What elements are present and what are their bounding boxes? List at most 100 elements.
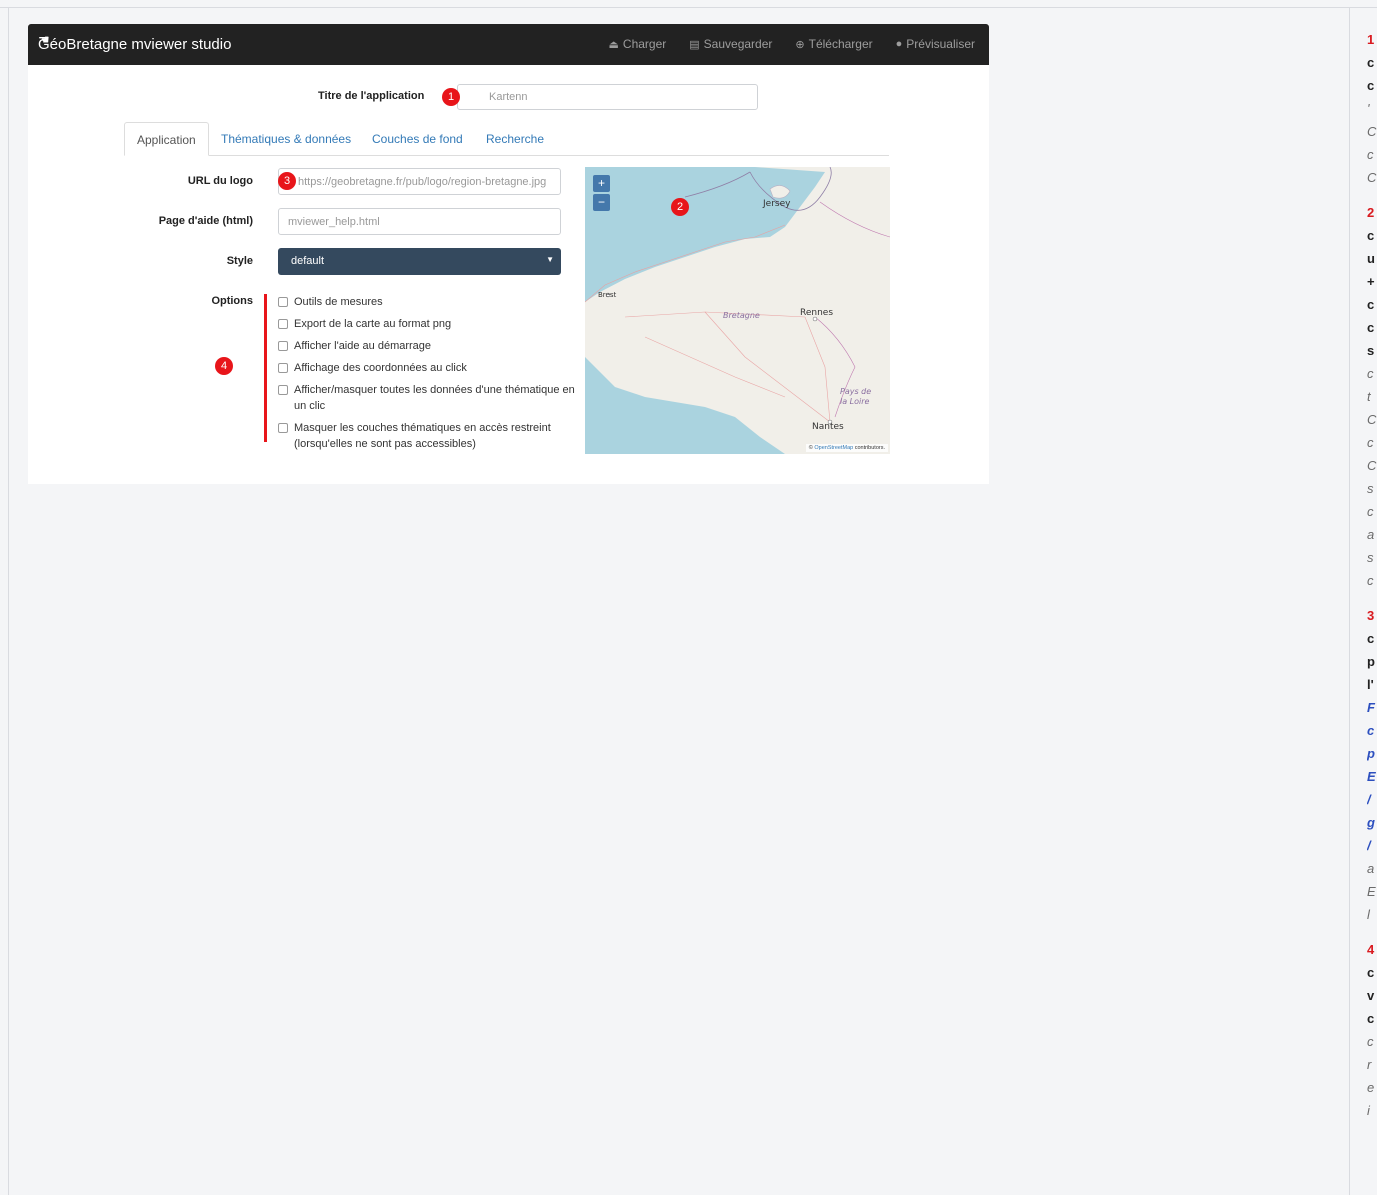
style-label: Style [226, 255, 253, 267]
place-pays-de-la-loire: Pays de la Loire [840, 387, 872, 406]
logo-label: URL du logo [187, 175, 253, 187]
doc-line: c [1367, 228, 1375, 243]
place-rennes: Rennes [800, 308, 834, 318]
nav-preview-label: Prévisualiser [906, 37, 975, 51]
zoom-out-button[interactable]: − [593, 194, 610, 211]
doc-line: c [1367, 366, 1374, 381]
doc-line: c [1367, 147, 1374, 162]
doc-line: r [1367, 1057, 1372, 1072]
page-left-border [8, 8, 9, 1195]
option-item[interactable]: Export de la carte au format png [278, 316, 578, 332]
doc-line: s [1367, 481, 1374, 496]
doc-line: a [1367, 861, 1375, 876]
marker-4: 4 [215, 357, 233, 375]
options-label: Options [211, 295, 253, 307]
tab-bar: Application Thématiques & données Couche… [124, 122, 889, 156]
checkbox[interactable] [278, 319, 288, 329]
option-label: Export de la carte au format png [294, 318, 452, 330]
upload-icon: ⏏ [608, 38, 619, 51]
doc-link-line[interactable]: g [1367, 811, 1377, 834]
doc-line: p [1367, 654, 1375, 669]
doc-line: v [1367, 988, 1375, 1003]
doc-link-line[interactable]: / [1367, 834, 1377, 857]
doc-link-line[interactable]: p [1367, 742, 1377, 765]
doc-link-line[interactable]: / [1367, 788, 1377, 811]
nav-download-button[interactable]: ⊕ Télécharger [795, 37, 872, 51]
doc-line: ' [1367, 101, 1370, 116]
doc-line: c [1367, 573, 1374, 588]
doc-line: c [1367, 78, 1375, 93]
doc-line: s [1367, 343, 1375, 358]
checkbox[interactable] [278, 297, 288, 307]
doc-line: c [1367, 320, 1375, 335]
options-list: Outils de mesures Export de la carte au … [278, 294, 578, 458]
checkbox[interactable] [278, 363, 288, 373]
nav-menu: ⏏ Charger ▤ Sauvegarder ⊕ Télécharger ● Prév… [609, 37, 976, 51]
navbar: ☚ GéoBretagne mviewer studio ⏏ Charger ▤ S… [28, 24, 989, 65]
zoom-in-button[interactable]: + [593, 175, 610, 192]
tab-thematiques[interactable]: Thématiques & données [221, 122, 351, 156]
doc-line: 3 [1367, 608, 1375, 623]
attribution-suffix: contributors. [854, 445, 885, 451]
style-value: default [291, 255, 325, 267]
place-bretagne: Bretagne [723, 311, 760, 320]
page-top-border [0, 0, 1377, 8]
doc-line: u [1367, 251, 1375, 266]
title-row: Titre de l'application Kartenn 1 [28, 84, 989, 112]
map-attribution: © OpenStreetMap contributors. [805, 444, 888, 452]
app-screenshot: ☚ GéoBretagne mviewer studio ⏏ Charger ▤ S… [28, 24, 989, 484]
place-jersey: Jersey [763, 199, 791, 209]
checkbox[interactable] [278, 385, 288, 395]
osm-link[interactable]: OpenStreetMap [814, 445, 853, 451]
option-item[interactable]: Afficher/masquer toutes les données d'un… [278, 382, 578, 414]
option-item[interactable]: Afficher l'aide au démarrage [278, 338, 578, 354]
doc-line: i [1367, 1103, 1370, 1118]
doc-line: + [1367, 274, 1375, 289]
zoom-controls: + − [593, 175, 610, 213]
tab-couches-de-fond[interactable]: Couches de fond [372, 122, 463, 156]
download-icon: ⊕ [795, 38, 805, 51]
doc-line: c [1367, 297, 1375, 312]
jersey-island [769, 185, 791, 199]
save-icon: ▤ [689, 38, 700, 51]
checkbox[interactable] [278, 341, 288, 351]
place-brest: Brest [598, 291, 617, 299]
doc-line: c [1367, 55, 1375, 70]
option-label: Affichage des coordonnées au click [294, 362, 467, 374]
style-select[interactable]: default ▼ [278, 248, 561, 275]
option-label: Afficher l'aide au démarrage [294, 340, 432, 352]
doc-line: a [1367, 527, 1375, 542]
marker-1: 1 [442, 88, 460, 106]
logo-url-input[interactable]: https://geobretagne.fr/pub/logo/region-b… [278, 168, 561, 195]
title-input[interactable]: Kartenn [457, 84, 758, 110]
nav-load-button[interactable]: ⏏ Charger [609, 37, 667, 51]
doc-link-line[interactable]: c [1367, 719, 1377, 742]
doc-link-line[interactable]: E [1367, 765, 1377, 788]
doc-line: E [1367, 884, 1376, 899]
brand-title[interactable]: GéoBretagne mviewer studio [38, 36, 231, 53]
map-preview[interactable]: + − 2 Jersey Brest Bretagne Rennes Pays … [585, 167, 890, 454]
doc-line: l' [1367, 677, 1374, 692]
checkbox[interactable] [278, 423, 288, 433]
logo-placeholder: https://geobretagne.fr/pub/logo/region-b… [298, 176, 547, 188]
doc-line: c [1367, 1034, 1374, 1049]
nav-load-label: Charger [622, 37, 667, 51]
option-item[interactable]: Masquer les couches thématiques en accès… [278, 420, 578, 452]
help-page-input[interactable]: mviewer_help.html [278, 208, 561, 235]
nav-preview-button[interactable]: ● Prévisualiser [896, 37, 975, 51]
title-label: Titre de l'application [318, 90, 425, 102]
doc-line: 4 [1367, 942, 1375, 957]
title-placeholder: Kartenn [489, 91, 528, 103]
caret-down-icon: ▼ [546, 255, 554, 264]
doc-link-line[interactable]: F [1367, 696, 1377, 719]
doc-line: l [1367, 907, 1370, 922]
marker-2: 2 [671, 198, 689, 216]
nav-save-label: Sauvegarder [703, 37, 773, 51]
doc-line: c [1367, 1011, 1375, 1026]
tab-recherche[interactable]: Recherche [486, 122, 544, 156]
option-item[interactable]: Affichage des coordonnées au click [278, 360, 578, 376]
nav-save-button[interactable]: ▤ Sauvegarder [689, 37, 772, 51]
option-item[interactable]: Outils de mesures [278, 294, 578, 310]
tab-application[interactable]: Application [124, 122, 209, 156]
place-nantes: Nantes [812, 422, 844, 432]
